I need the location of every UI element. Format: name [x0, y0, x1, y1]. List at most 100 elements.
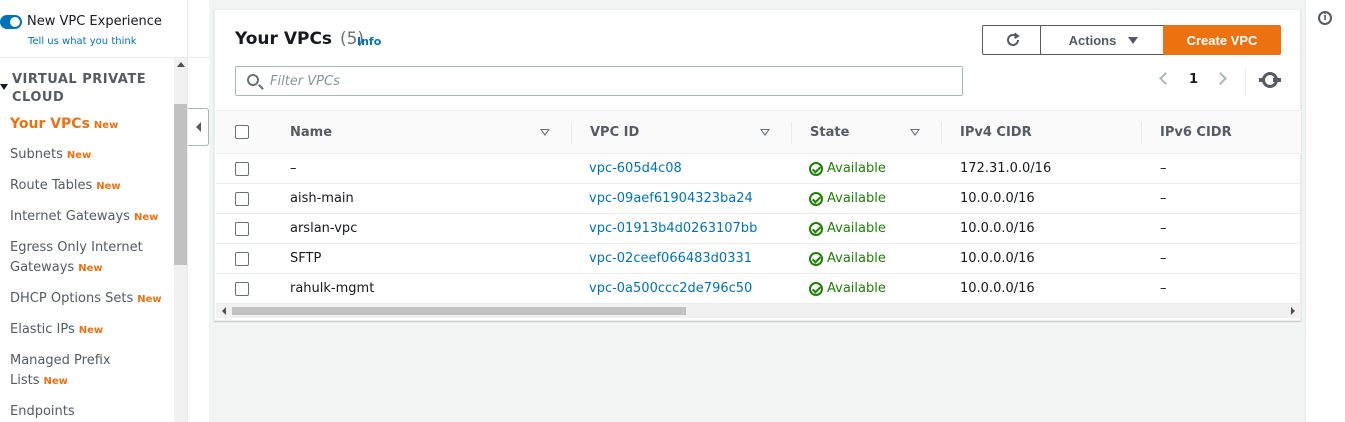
cell-ipv4-cidr: 172.31.0.0/16 — [960, 161, 1052, 176]
new-vpc-experience-toggle[interactable] — [0, 14, 22, 29]
page: New VPC Experience Tell us what you thin… — [0, 0, 1345, 422]
cell-state: Available — [809, 191, 886, 206]
refresh-button[interactable] — [982, 25, 1044, 55]
cell-name: – — [290, 161, 297, 176]
vpcs-panel: Your VPCs (5) Info Actions Create VPC 1 … — [214, 9, 1301, 321]
cell-vpc-id-link[interactable]: vpc-0a500ccc2de796c50 — [589, 281, 752, 296]
table-row[interactable]: SFTP vpc-02ceef066483d0331 Available 10.… — [216, 244, 1301, 274]
pagination-prev-icon[interactable] — [1159, 72, 1172, 85]
cell-ipv6-cidr: – — [1160, 281, 1167, 296]
select-all-checkbox[interactable] — [235, 125, 249, 139]
cell-vpc-id-link[interactable]: vpc-02ceef066483d0331 — [589, 251, 752, 266]
sidebar-item-managed-prefix-lists[interactable]: Managed Prefix Lists New — [10, 351, 175, 392]
sort-icon[interactable] — [760, 129, 770, 136]
actions-label: Actions — [1068, 32, 1117, 48]
info-icon[interactable]: i — [1318, 11, 1332, 25]
sidebar: New VPC Experience Tell us what you thin… — [0, 0, 188, 422]
sidebar-item-endpoints[interactable]: Endpoints — [10, 402, 175, 422]
gear-icon[interactable] — [1259, 72, 1281, 88]
check-circle-icon — [809, 221, 823, 236]
table-row[interactable]: aish-main vpc-09aef61904323ba24 Availabl… — [216, 184, 1301, 214]
actions-dropdown-button[interactable]: Actions — [1040, 25, 1167, 55]
sidebar-item-label: Internet Gateways — [10, 209, 130, 224]
collapse-sidebar-button[interactable] — [188, 108, 209, 146]
filter-field[interactable] — [235, 66, 963, 96]
column-divider[interactable] — [1141, 122, 1142, 144]
pagination-divider — [1245, 68, 1246, 96]
column-header-state[interactable]: State — [810, 125, 849, 140]
cell-name: arslan-vpc — [290, 221, 358, 236]
pagination-next-icon[interactable] — [1214, 72, 1227, 85]
column-header-vpc-id[interactable]: VPC ID — [590, 125, 639, 140]
new-vpc-experience-toggle-row: New VPC Experience — [0, 14, 162, 29]
sidebar-item-dhcp-options-sets[interactable]: DHCP Options Sets New — [10, 289, 175, 310]
cell-vpc-id-link[interactable]: vpc-605d4c08 — [589, 161, 682, 176]
page-title: Your VPCs (5) — [235, 29, 364, 49]
horizontal-scrollbar-thumb[interactable] — [232, 307, 686, 315]
row-checkbox[interactable] — [235, 192, 249, 206]
caret-left-icon — [195, 122, 201, 132]
column-divider[interactable] — [571, 122, 572, 144]
cell-ipv4-cidr: 10.0.0.0/16 — [960, 251, 1035, 266]
sort-icon[interactable] — [540, 129, 550, 136]
table-row[interactable]: arslan-vpc vpc-01913b4d0263107bb Availab… — [216, 214, 1301, 244]
toggle-label: New VPC Experience — [27, 14, 162, 29]
column-divider[interactable] — [941, 122, 942, 144]
caret-down-icon — [1128, 36, 1139, 44]
row-checkbox[interactable] — [235, 252, 249, 266]
section-header-vpc[interactable]: VIRTUAL PRIVATE CLOUD — [0, 71, 172, 107]
sidebar-item-label: Lists — [10, 373, 40, 388]
scroll-left-arrow-icon[interactable] — [222, 307, 226, 315]
pagination-current-page[interactable]: 1 — [1189, 72, 1198, 87]
sidebar-item-egress-only-internet-gateways[interactable]: Egress Only Internet Gateways New — [10, 238, 175, 279]
section-title: VIRTUAL PRIVATE CLOUD — [12, 72, 147, 105]
new-badge: New — [133, 212, 159, 223]
sidebar-scrollbar-thumb[interactable] — [174, 104, 187, 265]
cell-vpc-id-link[interactable]: vpc-09aef61904323ba24 — [589, 191, 753, 206]
table-header: Name VPC ID State IPv4 CIDR IPv6 CIDR — [216, 110, 1301, 154]
new-badge: New — [78, 263, 103, 274]
page-title-text: Your VPCs — [235, 29, 333, 49]
sidebar-item-elastic-ips[interactable]: Elastic IPs New — [10, 320, 175, 341]
check-circle-icon — [809, 251, 823, 266]
cell-ipv6-cidr: – — [1160, 221, 1167, 236]
sort-icon[interactable] — [910, 129, 920, 136]
sidebar-item-label: Route Tables — [10, 178, 93, 193]
table-row[interactable]: – vpc-605d4c08 Available 172.31.0.0/16 – — [216, 154, 1301, 184]
table-horizontal-scrollbar[interactable] — [216, 304, 1301, 318]
create-vpc-button[interactable]: Create VPC — [1163, 25, 1281, 55]
sidebar-item-subnets[interactable]: Subnets New — [10, 145, 175, 166]
search-icon — [247, 74, 259, 86]
column-header-ipv6-cidr[interactable]: IPv6 CIDR — [1160, 125, 1232, 140]
sidebar-item-your-vpcs[interactable]: Your VPCs New — [10, 114, 175, 136]
sidebar-item-route-tables[interactable]: Route Tables New — [10, 176, 175, 197]
column-header-ipv4-cidr[interactable]: IPv4 CIDR — [960, 125, 1032, 140]
filter-input[interactable] — [270, 72, 950, 90]
sidebar-scrollbar[interactable] — [174, 58, 187, 422]
row-checkbox[interactable] — [235, 282, 249, 296]
column-header-name[interactable]: Name — [290, 125, 332, 140]
cell-state: Available — [809, 281, 886, 296]
row-checkbox[interactable] — [235, 162, 249, 176]
sidebar-item-label: DHCP Options Sets — [10, 291, 134, 306]
new-badge: New — [66, 150, 92, 161]
scroll-right-arrow-icon[interactable] — [1291, 307, 1295, 315]
cell-vpc-id-link[interactable]: vpc-01913b4d0263107bb — [589, 221, 757, 236]
state-text: Available — [827, 191, 886, 206]
caret-down-icon — [0, 84, 8, 90]
cell-ipv4-cidr: 10.0.0.0/16 — [960, 221, 1035, 236]
sidebar-item-label: Your VPCs — [10, 116, 90, 132]
sidebar-item-internet-gateways[interactable]: Internet Gateways New — [10, 207, 175, 228]
info-link[interactable]: Info — [357, 35, 381, 48]
feedback-link[interactable]: Tell us what you think — [28, 36, 137, 47]
sidebar-item-label: Subnets — [10, 147, 63, 162]
sidebar-item-label: Elastic IPs — [10, 322, 75, 337]
sidebar-divider — [0, 57, 209, 58]
cell-ipv6-cidr: – — [1160, 191, 1167, 206]
column-divider[interactable] — [791, 122, 792, 144]
cell-ipv6-cidr: – — [1160, 251, 1167, 266]
row-checkbox[interactable] — [235, 222, 249, 236]
help-panel-strip — [1305, 0, 1345, 422]
table-row[interactable]: rahulk-mgmt vpc-0a500ccc2de796c50 Availa… — [216, 274, 1301, 304]
scroll-up-arrow-icon[interactable] — [177, 62, 185, 67]
